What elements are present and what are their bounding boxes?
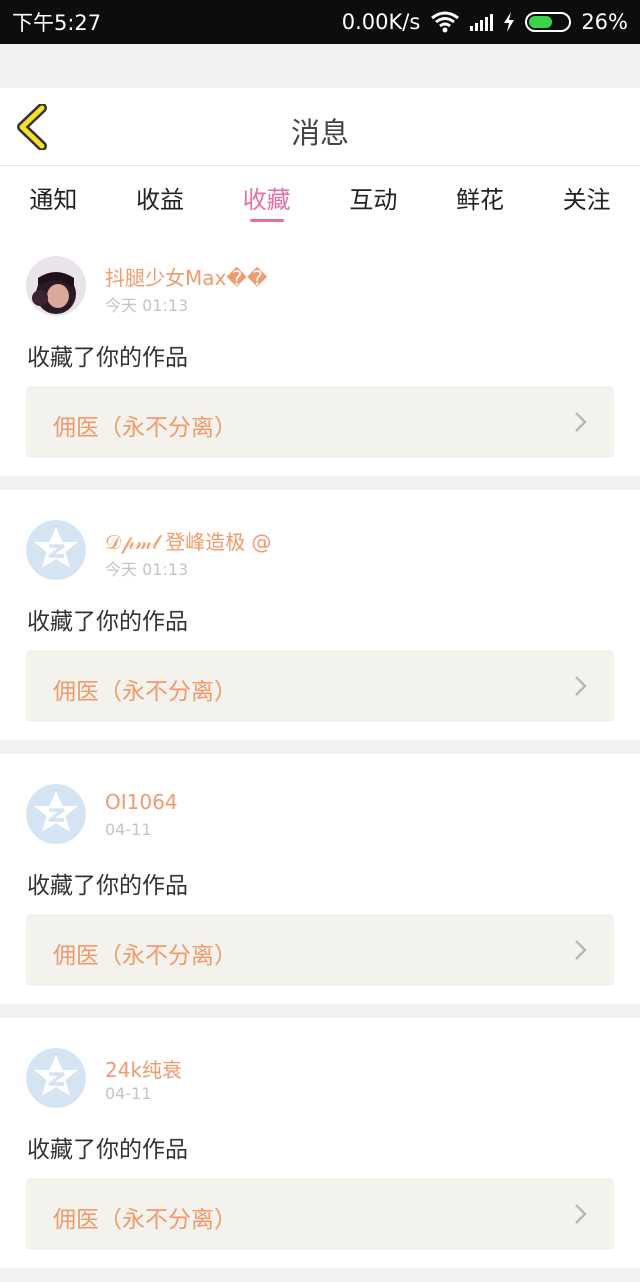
username[interactable]: OI1064	[105, 790, 178, 814]
action-text: 收藏了你的作品	[27, 345, 188, 371]
username[interactable]: 24k纯衰	[105, 1054, 182, 1083]
action-text: 收藏了你的作品	[27, 1137, 188, 1163]
lightning-icon	[504, 12, 515, 32]
action-text: 收藏了你的作品	[27, 873, 188, 899]
username[interactable]: 抖腿少女Max��	[105, 262, 267, 291]
work-title: 佣医（永不分离）	[53, 679, 237, 705]
tab-earnings[interactable]: 收益	[107, 166, 214, 226]
tab-flowers[interactable]: 鲜花	[427, 166, 534, 226]
avatar[interactable]	[26, 1048, 86, 1108]
page-title: 消息	[290, 116, 349, 150]
timestamp: 04-11	[105, 1084, 152, 1103]
qzone-star-avatar	[26, 520, 86, 580]
timestamp: 今天 01:13	[105, 560, 189, 579]
battery-icon	[525, 12, 572, 32]
list-item: 𝒟𝓅𝓂𝓁 登峰造极 @ 今天 01:13 收藏了你的作品 佣医（永不分离）	[0, 490, 640, 740]
chevron-right-icon	[575, 412, 587, 432]
header-bar: 消息	[0, 88, 640, 166]
list-item: 24k纯衰 04-11 收藏了你的作品 佣医（永不分离）	[0, 1018, 640, 1268]
avatar[interactable]	[26, 256, 86, 316]
net-speed: 0.00K/s	[341, 10, 421, 34]
tab-interactions[interactable]: 互动	[320, 166, 427, 226]
timestamp: 04-11	[105, 820, 152, 839]
work-title: 佣医（永不分离）	[53, 1207, 237, 1233]
work-title: 佣医（永不分离）	[53, 415, 237, 441]
avatar[interactable]	[26, 520, 86, 580]
qzone-star-avatar	[26, 1048, 86, 1108]
wifi-icon	[431, 11, 460, 33]
favorites-list: 抖腿少女Max�� 今天 01:13 收藏了你的作品 佣医（永不分离） 𝒟𝓅𝓂𝓁…	[0, 226, 640, 1282]
tab-bar: 通知 收益 收藏 互动 鲜花 关注	[0, 166, 640, 226]
username[interactable]: 𝒟𝓅𝓂𝓁 登峰造极 @	[105, 526, 272, 555]
chevron-right-icon	[575, 1204, 587, 1224]
status-bar: 下午5:27 0.00K/s 26%	[0, 0, 640, 44]
chevron-right-icon	[575, 940, 587, 960]
photo-avatar	[26, 256, 86, 316]
signal-icon	[470, 13, 494, 31]
list-item: OI1064 04-11 收藏了你的作品 佣医（永不分离）	[0, 754, 640, 1004]
work-link[interactable]: 佣医（永不分离）	[26, 650, 614, 722]
work-link[interactable]: 佣医（永不分离）	[26, 914, 614, 986]
work-title: 佣医（永不分离）	[53, 943, 237, 969]
list-item: 抖腿少女Max�� 今天 01:13 收藏了你的作品 佣医（永不分离）	[0, 226, 640, 476]
chevron-right-icon	[575, 676, 587, 696]
avatar[interactable]	[26, 784, 86, 844]
work-link[interactable]: 佣医（永不分离）	[26, 1178, 614, 1250]
status-indicators: 0.00K/s 26%	[342, 10, 628, 34]
timestamp: 今天 01:13	[105, 296, 189, 315]
action-text: 收藏了你的作品	[27, 609, 188, 635]
tab-notifications[interactable]: 通知	[0, 166, 107, 226]
battery-fill	[529, 16, 553, 28]
work-link[interactable]: 佣医（永不分离）	[26, 386, 614, 458]
tab-favorites[interactable]: 收藏	[213, 166, 320, 226]
tab-follows[interactable]: 关注	[533, 166, 640, 226]
battery-percent: 26%	[581, 10, 628, 34]
status-time: 下午5:27	[12, 11, 102, 35]
qzone-star-avatar	[26, 784, 86, 844]
